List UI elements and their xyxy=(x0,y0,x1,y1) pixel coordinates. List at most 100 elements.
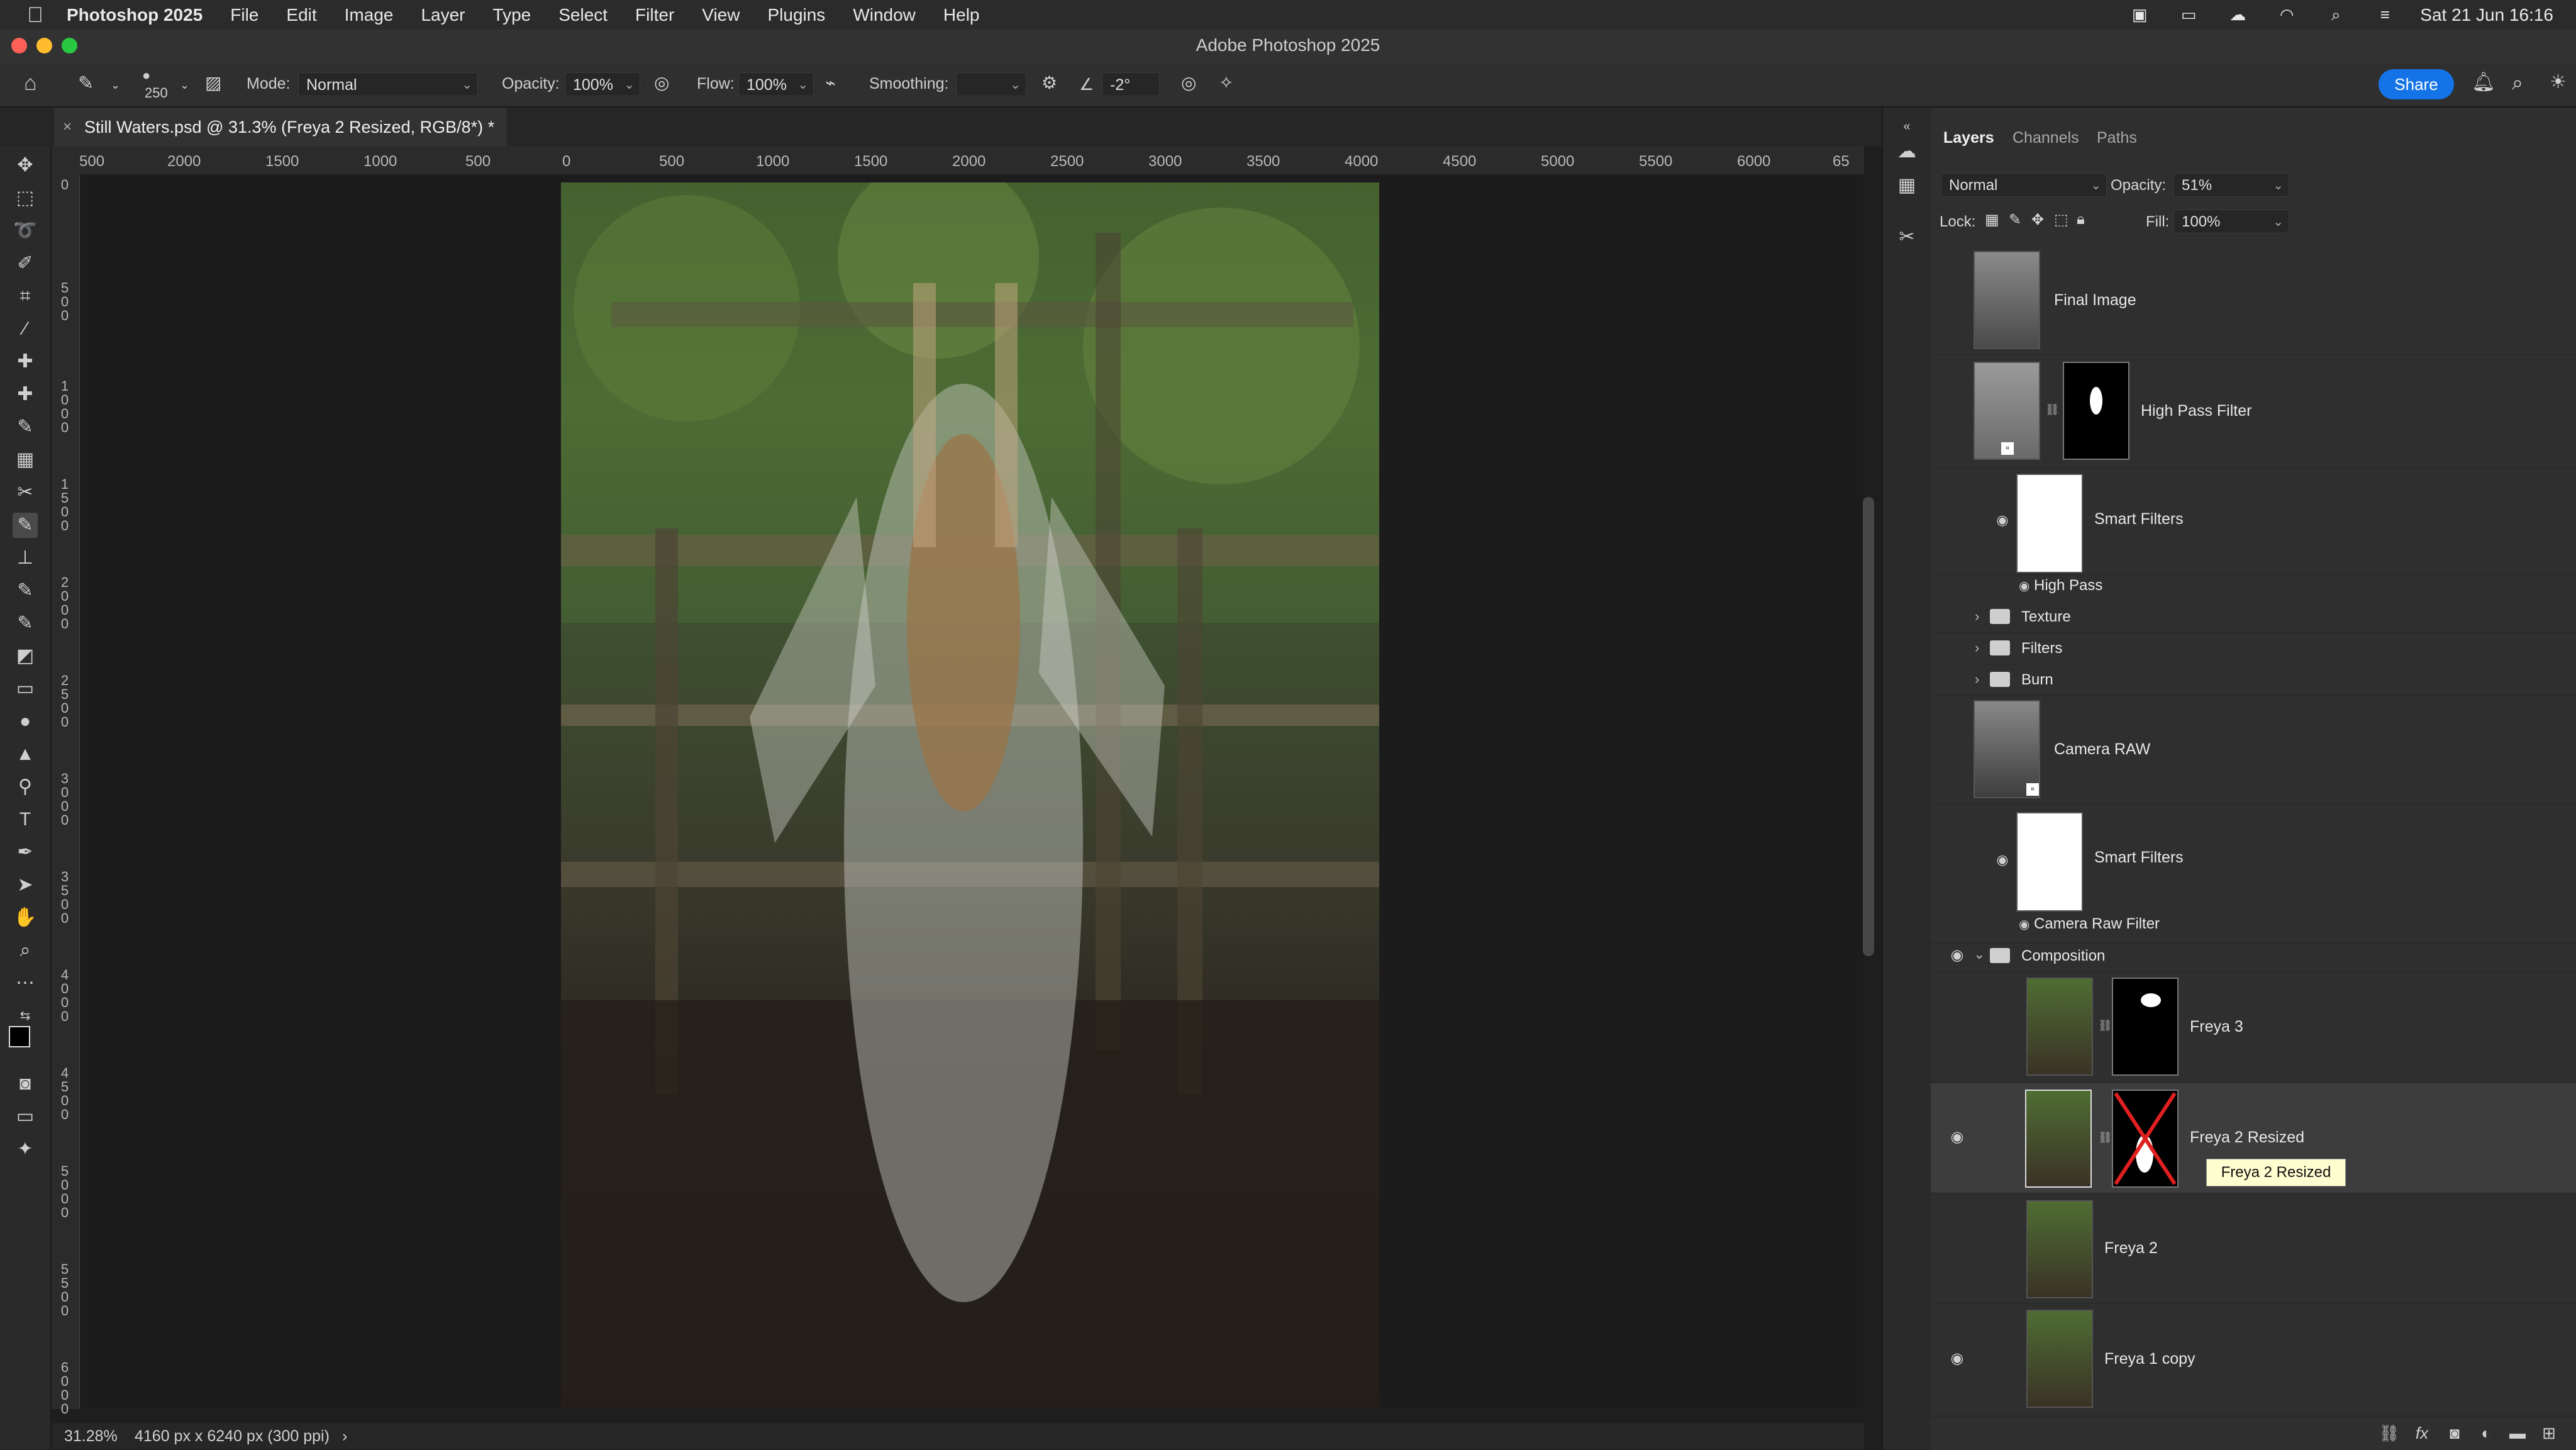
layer-row-burn-group[interactable]: › Burn xyxy=(1931,664,2576,696)
spotlight-search-icon[interactable]: ⌕ xyxy=(2322,5,2350,25)
remove-tool-icon[interactable]: ✂ xyxy=(13,480,38,505)
brush-preset-icon[interactable]: ● xyxy=(142,67,150,84)
smart-filter-mask-thumbnail[interactable] xyxy=(2016,474,2083,573)
menu-type[interactable]: Type xyxy=(493,5,531,25)
quick-select-tool-icon[interactable]: ✐ xyxy=(13,251,38,276)
layer-row-freya-3[interactable]: ⛓ Freya 3 xyxy=(1931,971,2576,1083)
menu-plugins[interactable]: Plugins xyxy=(767,5,825,25)
menu-filter[interactable]: Filter xyxy=(635,5,674,25)
link-icon[interactable]: ⛓ xyxy=(2098,1131,2112,1144)
healing-brush-tool-icon[interactable]: ✚ xyxy=(13,382,38,407)
fill-input[interactable]: 100% ⌄ xyxy=(2174,209,2289,233)
blur-tool-icon[interactable]: ● xyxy=(13,709,38,734)
eye-icon[interactable]: ◉ xyxy=(1947,1127,1967,1147)
layer-row-freya-2[interactable]: Freya 2 xyxy=(1931,1194,2576,1304)
apple-menu-icon[interactable]:  xyxy=(23,3,48,28)
layer-mask-thumbnail[interactable] xyxy=(2112,1090,2179,1188)
swap-colors-icon[interactable]: ⇆ xyxy=(13,1003,38,1029)
eyedropper-tool-icon[interactable]: ⁄ xyxy=(13,316,38,342)
home-icon[interactable]: ⌂ xyxy=(24,71,37,96)
layer-row-smart-filters[interactable]: ◉ Smart Filters ◉ High Pass xyxy=(1931,467,2576,594)
zoom-tool-icon[interactable]: ⌕ xyxy=(13,938,38,963)
sharpen-tool-icon[interactable]: ▲ xyxy=(13,742,38,767)
eraser-tool-icon[interactable]: ◩ xyxy=(13,644,38,669)
link-icon[interactable]: ⛓ xyxy=(2098,1019,2112,1032)
vertical-scrollbar[interactable] xyxy=(1863,497,1874,956)
flow-input[interactable]: 100% ⌄ xyxy=(738,72,814,96)
lock-artboard-icon[interactable]: ⬚ xyxy=(2054,211,2068,229)
notifications-bell-icon[interactable]: 🔔︎ xyxy=(2472,71,2496,93)
chevron-down-icon[interactable]: ⌄ xyxy=(180,79,189,92)
pressure-size-icon[interactable]: ◎ xyxy=(1181,72,1196,93)
brush-size[interactable]: 250 xyxy=(145,85,168,101)
clone-stamp-tool-icon[interactable]: ⊥ xyxy=(13,545,38,571)
close-tab-icon[interactable]: × xyxy=(63,108,72,147)
add-mask-icon[interactable]: ◙ xyxy=(2444,1424,2465,1443)
eye-icon[interactable]: ◉ xyxy=(1947,945,1967,966)
airbrush-icon[interactable]: ⌁ xyxy=(825,72,836,93)
eye-icon[interactable]: ◉ xyxy=(2019,917,2029,932)
new-group-icon[interactable]: ▬ xyxy=(2507,1424,2528,1443)
layer-row-final-image[interactable]: Final Image xyxy=(1931,247,2576,355)
screen-mirror-icon[interactable]: ▣ xyxy=(2126,5,2153,25)
lock-transparent-icon[interactable]: ▦ xyxy=(1985,211,1999,229)
gear-icon[interactable]: ⚙ xyxy=(1041,72,1057,93)
tab-layers[interactable]: Layers xyxy=(1943,129,1994,147)
brush-tool-icon[interactable]: ✎ xyxy=(78,72,94,94)
eye-icon[interactable]: ◉ xyxy=(1947,1349,1967,1369)
document-canvas-image[interactable] xyxy=(561,182,1379,1409)
pen-tool-icon[interactable]: ✒ xyxy=(13,840,38,865)
eye-icon[interactable]: ◉ xyxy=(1992,850,2012,870)
zoom-level[interactable]: 31.28% xyxy=(64,1423,118,1449)
generative-fill-icon[interactable]: ✦ xyxy=(13,1137,38,1162)
status-menu-arrow[interactable]: › xyxy=(342,1423,347,1449)
libraries-icon[interactable]: ☁ xyxy=(1894,139,1919,164)
lock-image-icon[interactable]: ✎ xyxy=(2009,211,2021,229)
menu-app-name[interactable]: Photoshop 2025 xyxy=(67,5,203,25)
menu-layer[interactable]: Layer xyxy=(421,5,465,25)
pressure-opacity-icon[interactable]: ◎ xyxy=(654,72,669,93)
mixer-brush-tool-icon[interactable]: ✎ xyxy=(13,611,38,636)
share-button[interactable]: Share xyxy=(2379,69,2454,99)
tab-channels[interactable]: Channels xyxy=(2012,129,2079,147)
menu-window[interactable]: Window xyxy=(853,5,916,25)
visibility-toggle-hidden[interactable] xyxy=(1947,290,1967,310)
layer-row-smart-filters-2[interactable]: ◉ Smart Filters ◉ Camera Raw Filter xyxy=(1931,803,2576,944)
layer-row-freya-1-copy[interactable]: ◉ Freya 1 copy xyxy=(1931,1305,2576,1415)
content-aware-move-icon[interactable]: ▦ xyxy=(13,447,38,472)
control-center-icon[interactable]: ≡ xyxy=(2371,5,2399,25)
marquee-tool-icon[interactable]: ⬚ xyxy=(13,186,38,211)
move-tool-icon[interactable]: ✥ xyxy=(13,153,38,178)
menu-image[interactable]: Image xyxy=(345,5,394,25)
mode-select[interactable]: Normal ⌄ xyxy=(298,72,478,96)
chevron-right-icon[interactable]: › xyxy=(1975,640,1979,656)
layer-mask-thumbnail[interactable] xyxy=(2112,978,2179,1076)
layer-mask-thumbnail[interactable] xyxy=(2063,362,2129,460)
path-selection-tool-icon[interactable]: ➤ xyxy=(13,873,38,898)
search-icon[interactable]: ⌕ xyxy=(2512,71,2523,95)
lasso-tool-icon[interactable]: ➰ xyxy=(13,218,38,243)
adjustment-layer-icon[interactable]: ◐ xyxy=(2475,1424,2497,1443)
more-tools-icon[interactable]: ⋯ xyxy=(13,971,38,996)
crop-tool-icon[interactable]: ⌗ xyxy=(13,284,38,309)
adjustments-icon[interactable]: ✂ xyxy=(1894,225,1919,250)
layer-opacity-input[interactable]: 51% ⌄ xyxy=(2174,173,2289,197)
collapse-panels-icon[interactable]: « xyxy=(1894,114,1919,139)
chevron-right-icon[interactable]: › xyxy=(1975,671,1979,688)
quick-mask-icon[interactable]: ◙ xyxy=(13,1071,38,1096)
creative-cloud-icon[interactable]: ☁ xyxy=(2224,5,2251,25)
layer-row-composition-group[interactable]: ◉ ⌄ Composition xyxy=(1931,940,2576,972)
new-layer-icon[interactable]: ⊞ xyxy=(2538,1424,2560,1443)
menu-help[interactable]: Help xyxy=(943,5,980,25)
smoothing-input[interactable]: ⌄ xyxy=(956,72,1026,96)
menu-view[interactable]: View xyxy=(702,5,740,25)
layer-row-camera-raw[interactable]: ▫ Camera RAW xyxy=(1931,695,2576,804)
opacity-input[interactable]: 100% ⌄ xyxy=(565,72,640,96)
foreground-color-swatch[interactable] xyxy=(9,1026,30,1047)
blend-mode-select[interactable]: Normal ⌄ xyxy=(1941,173,2107,197)
screen-mode-icon[interactable]: ▭ xyxy=(13,1104,38,1129)
patch-tool-icon[interactable]: ✎ xyxy=(13,415,38,440)
angle-input[interactable]: -2° xyxy=(1102,72,1160,96)
layer-row-filters-group[interactable]: › Filters xyxy=(1931,632,2576,664)
link-layers-icon[interactable]: ⛓ xyxy=(2379,1424,2400,1443)
